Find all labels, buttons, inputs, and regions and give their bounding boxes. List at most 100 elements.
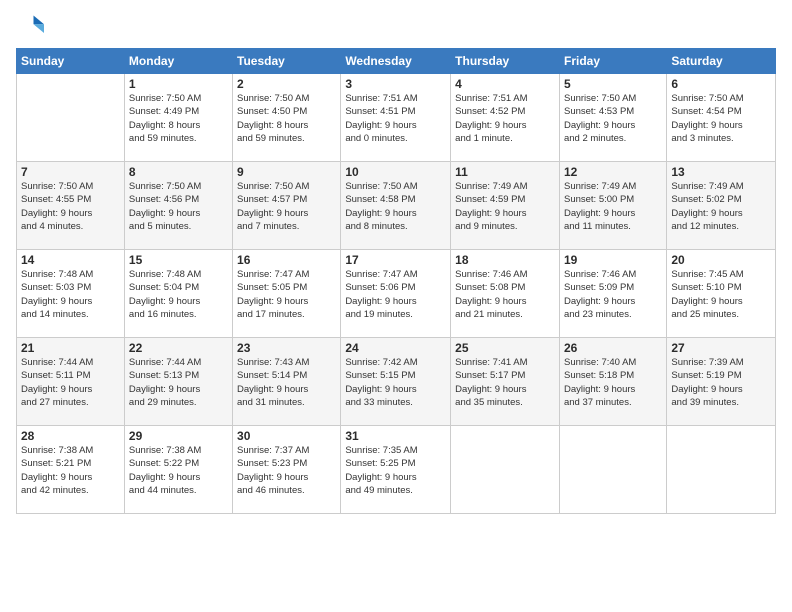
day-number: 18	[455, 253, 555, 267]
day-info: Sunrise: 7:45 AMSunset: 5:10 PMDaylight:…	[671, 268, 771, 321]
header-cell-wednesday: Wednesday	[341, 49, 451, 74]
logo	[16, 12, 48, 40]
day-info: Sunrise: 7:49 AMSunset: 5:02 PMDaylight:…	[671, 180, 771, 233]
calendar-cell	[667, 426, 776, 514]
week-row-0: 1Sunrise: 7:50 AMSunset: 4:49 PMDaylight…	[17, 74, 776, 162]
calendar-cell: 13Sunrise: 7:49 AMSunset: 5:02 PMDayligh…	[667, 162, 776, 250]
day-info: Sunrise: 7:38 AMSunset: 5:22 PMDaylight:…	[129, 444, 228, 497]
day-number: 9	[237, 165, 336, 179]
calendar-cell: 4Sunrise: 7:51 AMSunset: 4:52 PMDaylight…	[451, 74, 560, 162]
header-cell-friday: Friday	[559, 49, 666, 74]
day-number: 2	[237, 77, 336, 91]
day-info: Sunrise: 7:50 AMSunset: 4:56 PMDaylight:…	[129, 180, 228, 233]
calendar-cell	[451, 426, 560, 514]
day-info: Sunrise: 7:43 AMSunset: 5:14 PMDaylight:…	[237, 356, 336, 409]
calendar-cell: 8Sunrise: 7:50 AMSunset: 4:56 PMDaylight…	[124, 162, 232, 250]
calendar-cell: 20Sunrise: 7:45 AMSunset: 5:10 PMDayligh…	[667, 250, 776, 338]
day-info: Sunrise: 7:50 AMSunset: 4:55 PMDaylight:…	[21, 180, 120, 233]
header-row: SundayMondayTuesdayWednesdayThursdayFrid…	[17, 49, 776, 74]
day-number: 13	[671, 165, 771, 179]
day-number: 19	[564, 253, 662, 267]
header-cell-monday: Monday	[124, 49, 232, 74]
page: SundayMondayTuesdayWednesdayThursdayFrid…	[0, 0, 792, 612]
day-number: 22	[129, 341, 228, 355]
calendar-cell	[17, 74, 125, 162]
calendar-cell: 30Sunrise: 7:37 AMSunset: 5:23 PMDayligh…	[233, 426, 341, 514]
day-info: Sunrise: 7:37 AMSunset: 5:23 PMDaylight:…	[237, 444, 336, 497]
calendar-cell: 15Sunrise: 7:48 AMSunset: 5:04 PMDayligh…	[124, 250, 232, 338]
day-number: 4	[455, 77, 555, 91]
header-cell-saturday: Saturday	[667, 49, 776, 74]
day-number: 6	[671, 77, 771, 91]
day-info: Sunrise: 7:50 AMSunset: 4:54 PMDaylight:…	[671, 92, 771, 145]
calendar-cell: 17Sunrise: 7:47 AMSunset: 5:06 PMDayligh…	[341, 250, 451, 338]
day-number: 27	[671, 341, 771, 355]
calendar-cell: 23Sunrise: 7:43 AMSunset: 5:14 PMDayligh…	[233, 338, 341, 426]
week-row-4: 28Sunrise: 7:38 AMSunset: 5:21 PMDayligh…	[17, 426, 776, 514]
calendar-cell: 24Sunrise: 7:42 AMSunset: 5:15 PMDayligh…	[341, 338, 451, 426]
day-number: 26	[564, 341, 662, 355]
calendar-body: 1Sunrise: 7:50 AMSunset: 4:49 PMDaylight…	[17, 74, 776, 514]
calendar-cell: 19Sunrise: 7:46 AMSunset: 5:09 PMDayligh…	[559, 250, 666, 338]
calendar-cell: 26Sunrise: 7:40 AMSunset: 5:18 PMDayligh…	[559, 338, 666, 426]
day-info: Sunrise: 7:50 AMSunset: 4:49 PMDaylight:…	[129, 92, 228, 145]
header-cell-thursday: Thursday	[451, 49, 560, 74]
day-number: 21	[21, 341, 120, 355]
day-info: Sunrise: 7:39 AMSunset: 5:19 PMDaylight:…	[671, 356, 771, 409]
calendar-cell: 14Sunrise: 7:48 AMSunset: 5:03 PMDayligh…	[17, 250, 125, 338]
calendar-cell: 6Sunrise: 7:50 AMSunset: 4:54 PMDaylight…	[667, 74, 776, 162]
calendar-cell: 31Sunrise: 7:35 AMSunset: 5:25 PMDayligh…	[341, 426, 451, 514]
day-info: Sunrise: 7:50 AMSunset: 4:57 PMDaylight:…	[237, 180, 336, 233]
day-info: Sunrise: 7:49 AMSunset: 4:59 PMDaylight:…	[455, 180, 555, 233]
day-number: 15	[129, 253, 228, 267]
day-info: Sunrise: 7:51 AMSunset: 4:52 PMDaylight:…	[455, 92, 555, 145]
day-info: Sunrise: 7:48 AMSunset: 5:03 PMDaylight:…	[21, 268, 120, 321]
day-number: 3	[345, 77, 446, 91]
calendar-cell	[559, 426, 666, 514]
header	[16, 12, 776, 40]
week-row-3: 21Sunrise: 7:44 AMSunset: 5:11 PMDayligh…	[17, 338, 776, 426]
day-number: 29	[129, 429, 228, 443]
day-info: Sunrise: 7:46 AMSunset: 5:08 PMDaylight:…	[455, 268, 555, 321]
day-number: 31	[345, 429, 446, 443]
calendar-cell: 22Sunrise: 7:44 AMSunset: 5:13 PMDayligh…	[124, 338, 232, 426]
day-number: 30	[237, 429, 336, 443]
calendar-cell: 18Sunrise: 7:46 AMSunset: 5:08 PMDayligh…	[451, 250, 560, 338]
calendar-cell: 28Sunrise: 7:38 AMSunset: 5:21 PMDayligh…	[17, 426, 125, 514]
day-info: Sunrise: 7:49 AMSunset: 5:00 PMDaylight:…	[564, 180, 662, 233]
calendar-header: SundayMondayTuesdayWednesdayThursdayFrid…	[17, 49, 776, 74]
calendar-cell: 10Sunrise: 7:50 AMSunset: 4:58 PMDayligh…	[341, 162, 451, 250]
day-number: 8	[129, 165, 228, 179]
day-info: Sunrise: 7:40 AMSunset: 5:18 PMDaylight:…	[564, 356, 662, 409]
day-number: 11	[455, 165, 555, 179]
calendar-cell: 2Sunrise: 7:50 AMSunset: 4:50 PMDaylight…	[233, 74, 341, 162]
day-number: 1	[129, 77, 228, 91]
calendar-cell: 27Sunrise: 7:39 AMSunset: 5:19 PMDayligh…	[667, 338, 776, 426]
day-number: 23	[237, 341, 336, 355]
header-cell-tuesday: Tuesday	[233, 49, 341, 74]
calendar-table: SundayMondayTuesdayWednesdayThursdayFrid…	[16, 48, 776, 514]
calendar-cell: 29Sunrise: 7:38 AMSunset: 5:22 PMDayligh…	[124, 426, 232, 514]
day-info: Sunrise: 7:44 AMSunset: 5:11 PMDaylight:…	[21, 356, 120, 409]
day-info: Sunrise: 7:47 AMSunset: 5:06 PMDaylight:…	[345, 268, 446, 321]
day-number: 25	[455, 341, 555, 355]
day-info: Sunrise: 7:35 AMSunset: 5:25 PMDaylight:…	[345, 444, 446, 497]
calendar-cell: 25Sunrise: 7:41 AMSunset: 5:17 PMDayligh…	[451, 338, 560, 426]
calendar-cell: 21Sunrise: 7:44 AMSunset: 5:11 PMDayligh…	[17, 338, 125, 426]
day-number: 28	[21, 429, 120, 443]
day-number: 12	[564, 165, 662, 179]
week-row-1: 7Sunrise: 7:50 AMSunset: 4:55 PMDaylight…	[17, 162, 776, 250]
day-number: 10	[345, 165, 446, 179]
day-info: Sunrise: 7:50 AMSunset: 4:53 PMDaylight:…	[564, 92, 662, 145]
day-info: Sunrise: 7:50 AMSunset: 4:58 PMDaylight:…	[345, 180, 446, 233]
day-number: 24	[345, 341, 446, 355]
day-number: 7	[21, 165, 120, 179]
day-info: Sunrise: 7:50 AMSunset: 4:50 PMDaylight:…	[237, 92, 336, 145]
day-number: 5	[564, 77, 662, 91]
day-number: 14	[21, 253, 120, 267]
day-info: Sunrise: 7:38 AMSunset: 5:21 PMDaylight:…	[21, 444, 120, 497]
day-info: Sunrise: 7:41 AMSunset: 5:17 PMDaylight:…	[455, 356, 555, 409]
day-info: Sunrise: 7:44 AMSunset: 5:13 PMDaylight:…	[129, 356, 228, 409]
calendar-cell: 5Sunrise: 7:50 AMSunset: 4:53 PMDaylight…	[559, 74, 666, 162]
header-cell-sunday: Sunday	[17, 49, 125, 74]
